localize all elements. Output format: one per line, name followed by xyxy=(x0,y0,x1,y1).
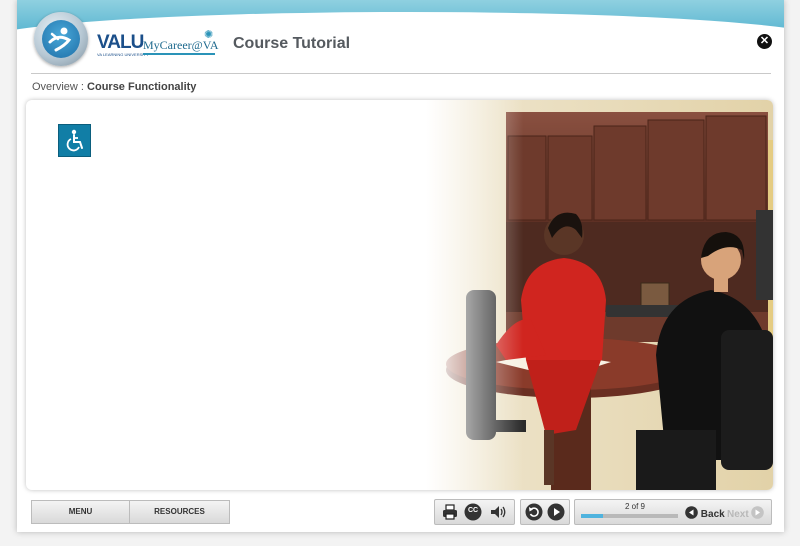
progress-text: 2 of 9 xyxy=(624,502,645,511)
printer-icon xyxy=(443,504,457,520)
breadcrumb-parent: Overview xyxy=(32,81,78,93)
office-meeting-image xyxy=(426,100,773,490)
header-divider xyxy=(31,73,771,74)
brand-underline xyxy=(143,53,215,55)
wheelchair-icon xyxy=(66,129,83,152)
play-icon xyxy=(547,503,565,521)
back-button[interactable]: Back xyxy=(685,506,725,520)
replay-icon xyxy=(525,503,543,521)
cc-label: CC xyxy=(467,507,479,514)
runner-logo-icon xyxy=(42,20,80,58)
valu-tagline: VA LEARNING UNIVERSITY xyxy=(97,52,149,57)
replay-button[interactable] xyxy=(525,503,543,521)
breadcrumb-separator: : xyxy=(80,81,84,93)
print-button[interactable] xyxy=(441,503,459,521)
valu-wordmark: VALU xyxy=(97,32,144,53)
menu-button-group: MENU RESOURCES xyxy=(31,500,230,524)
closed-captions-button[interactable]: CC xyxy=(464,503,482,521)
next-button[interactable]: Next xyxy=(727,506,765,520)
back-arrow-icon xyxy=(685,506,698,519)
course-window: VALU VA LEARNING UNIVERSITY MyCareer@VA … xyxy=(17,0,784,532)
page-title: Course Tutorial xyxy=(233,35,351,52)
breadcrumb: Overview : Course Functionality xyxy=(32,81,196,93)
accessibility-button[interactable] xyxy=(58,124,91,157)
back-label: Back xyxy=(700,509,725,520)
progress-track xyxy=(581,514,678,518)
menu-button[interactable]: MENU xyxy=(32,501,129,523)
playback-controls xyxy=(520,499,570,525)
valu-logo-icon xyxy=(34,12,88,66)
speaker-icon xyxy=(491,506,506,518)
media-controls: CC xyxy=(434,499,515,525)
navigation-bar: 2 of 9 Back Next xyxy=(574,499,772,525)
content-stage xyxy=(26,100,773,490)
bottom-toolbar: MENU RESOURCES CC 2 of 9 Back Next xyxy=(17,494,784,532)
audio-button[interactable] xyxy=(489,503,507,521)
breadcrumb-current: Course Functionality xyxy=(87,81,197,93)
close-icon: ✕ xyxy=(759,35,770,47)
close-button[interactable]: ✕ xyxy=(757,34,772,49)
next-arrow-icon xyxy=(751,506,765,519)
header-wave-decoration xyxy=(17,0,784,30)
resources-button[interactable]: RESOURCES xyxy=(130,501,229,523)
play-button[interactable] xyxy=(547,503,565,521)
progress-fill xyxy=(581,514,603,518)
starburst-icon: ✺ xyxy=(204,29,214,41)
next-label: Next xyxy=(727,509,749,520)
